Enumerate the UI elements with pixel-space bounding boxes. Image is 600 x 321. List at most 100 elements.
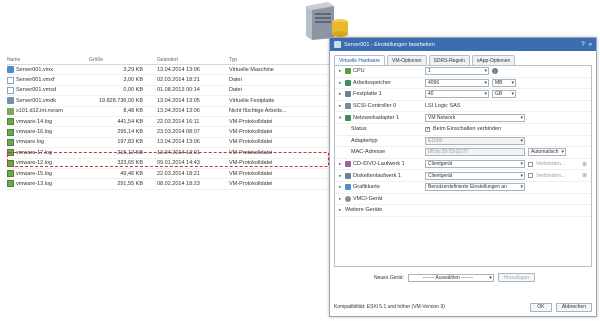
new-device-row: Neues Gerät: ------- Auswählen ------- H… bbox=[334, 273, 592, 282]
file-type: Virtuelle Maschine bbox=[229, 66, 274, 73]
log-file-icon bbox=[7, 159, 14, 167]
video-select[interactable]: Benutzerdefinierte Einstellungen an bbox=[425, 183, 525, 192]
file-row[interactable]: vmware-13.log 291,55 KB 08.02.2014 18:23 VM… bbox=[7, 179, 329, 190]
floppy-icon bbox=[345, 172, 351, 179]
column-modified[interactable]: Geändert bbox=[157, 57, 229, 63]
log-file-icon bbox=[7, 128, 14, 136]
file-name: vmware-15.log bbox=[16, 170, 53, 177]
file-row[interactable]: s101.d12.int.nvram 8,48 KB 13.04.2014 13:0… bbox=[7, 107, 329, 117]
cancel-button[interactable]: Abbrechen bbox=[555, 302, 592, 312]
cdrom-connect-checkbox[interactable] bbox=[528, 161, 533, 167]
expand-arrow-icon[interactable]: ▸ bbox=[339, 103, 343, 109]
expand-arrow-icon[interactable]: ▸ bbox=[339, 184, 343, 190]
collapse-arrow-icon[interactable]: ▾ bbox=[339, 115, 343, 121]
document-icon bbox=[7, 76, 14, 84]
file-row[interactable]: Server001.vmxf 3,00 KB 02.03.2014 18:21 Dat… bbox=[7, 75, 329, 86]
expand-button[interactable]: » bbox=[589, 42, 592, 48]
file-name: vmware-12.log bbox=[16, 160, 53, 167]
file-name: vmware-13.log bbox=[16, 180, 53, 187]
file-size: 3,29 KB bbox=[123, 66, 143, 73]
connect-at-poweron-checkbox[interactable] bbox=[425, 126, 430, 132]
file-type: VM-Protokolldatei bbox=[229, 160, 273, 167]
column-size[interactable]: Größe bbox=[87, 57, 157, 63]
edit-settings-dialog: Server001 - Einstellungen bearbeiten ? »… bbox=[329, 37, 597, 317]
harddisk-size-input[interactable]: 40 bbox=[425, 90, 489, 99]
file-name: Server001.vmxf bbox=[16, 77, 55, 84]
file-modified: 13.04.2014 13:06 bbox=[157, 139, 200, 146]
expand-arrow-icon[interactable]: ▸ bbox=[339, 80, 343, 86]
floppy-connect-checkbox[interactable] bbox=[528, 173, 533, 179]
file-row[interactable]: vmware-17.log 215,12 KB 13.04.2014 13:01 VM… bbox=[7, 148, 329, 159]
expand-arrow-icon[interactable]: ▸ bbox=[339, 68, 343, 74]
file-modified: 13.04.2014 13:06 bbox=[157, 66, 200, 73]
server-illustration-icon bbox=[306, 2, 348, 40]
file-size: 0,00 KB bbox=[123, 87, 143, 94]
file-row[interactable]: Server001.vmdk 19.828.736,00 KB 13.04.2014… bbox=[7, 96, 329, 107]
dialog-footer: Kompatibilität: ESXi 5.1 und höher (VM-V… bbox=[334, 302, 592, 312]
file-name: vmware-14.log bbox=[16, 118, 53, 125]
expand-arrow-icon[interactable]: ▸ bbox=[339, 91, 343, 97]
file-row[interactable]: vmware-15.log 49,46 KB 22.03.2014 18:21 VM-… bbox=[7, 169, 329, 180]
mac-label: MAC-Adresse bbox=[351, 149, 386, 156]
file-type: VM-Protokolldatei bbox=[229, 118, 273, 125]
file-type: Virtuelle Festplatte bbox=[229, 97, 275, 104]
file-row[interactable]: vmware.log 197,83 KB 13.04.2014 13:06 VM-Pr… bbox=[7, 138, 329, 149]
cdrom-label: CD-/DVD-Laufwerk 1 bbox=[353, 161, 405, 168]
hw-row-cdrom: ▸ CD-/DVD-Laufwerk 1 Clientgerät Verbinden… bbox=[335, 159, 591, 171]
network-icon bbox=[345, 114, 351, 121]
network-select[interactable]: VM Network bbox=[425, 113, 525, 122]
file-modified: 02.03.2014 18:21 bbox=[157, 77, 200, 84]
file-row[interactable]: Server001.vmsd 0,00 KB 01.08.2013 00:14 Dat… bbox=[7, 86, 329, 97]
remove-device-icon[interactable]: ⊗ bbox=[582, 161, 587, 168]
tab-vapp-options[interactable]: vApp-Optionen bbox=[471, 55, 516, 65]
expand-arrow-icon[interactable]: ▸ bbox=[339, 161, 343, 167]
file-name: Server001.vmx bbox=[16, 66, 53, 73]
column-type[interactable]: Typ bbox=[229, 57, 329, 63]
expand-arrow-icon[interactable]: ▸ bbox=[339, 207, 343, 213]
help-button[interactable]: ? bbox=[581, 42, 584, 48]
file-row[interactable]: Server001.vmx 3,29 KB 13.04.2014 13:06 Virt… bbox=[7, 65, 329, 76]
tab-vm-options[interactable]: VM-Optionen bbox=[387, 55, 427, 65]
adapter-type-select: E1000 bbox=[425, 136, 525, 145]
file-row[interactable]: vmware-12.log 323,65 KB 09.01.2014 14:43 VM… bbox=[7, 159, 329, 169]
file-type: Nicht flüchtige Arbeits... bbox=[229, 108, 287, 115]
floppy-select[interactable]: Clientgerät bbox=[425, 171, 525, 180]
memory-input[interactable]: 4096 bbox=[425, 78, 489, 87]
adapter-type-label: Adaptertyp bbox=[351, 137, 378, 144]
floppy-connect-label: Verbinden... bbox=[536, 172, 566, 179]
hw-row-adapter-type: Adaptertyp E1000 bbox=[335, 136, 591, 148]
info-icon[interactable]: i bbox=[492, 68, 498, 75]
video-label: Grafikkarte bbox=[353, 184, 380, 191]
file-modified: 09.01.2014 14:43 bbox=[157, 160, 200, 167]
remove-device-icon[interactable]: ⊗ bbox=[582, 172, 587, 179]
file-modified: 22.03.2014 16:11 bbox=[157, 118, 200, 125]
ok-button[interactable]: OK bbox=[529, 302, 552, 312]
memory-unit-select[interactable]: MB bbox=[492, 78, 516, 87]
expand-arrow-icon[interactable]: ▸ bbox=[339, 196, 343, 202]
connect-at-poweron-label: Beim Einschalten verbinden bbox=[433, 126, 502, 133]
file-name: s101.d12.int.nvram bbox=[16, 108, 63, 115]
hw-row-video: ▸ Grafikkarte Benutzerdefinierte Einstell… bbox=[335, 182, 591, 194]
hw-row-vmci: ▸ VMCI-Gerät bbox=[335, 194, 591, 206]
harddisk-label: Festplatte 1 bbox=[353, 91, 382, 98]
column-name[interactable]: Name bbox=[7, 57, 87, 63]
mac-mode-select[interactable]: Automatisch bbox=[528, 148, 566, 157]
file-row[interactable]: vmware-14.log 441,54 KB 22.03.2014 16:11 VM… bbox=[7, 117, 329, 128]
new-device-select[interactable]: ------- Auswählen ------- bbox=[407, 273, 494, 282]
add-device-button[interactable]: Hinzufügen bbox=[497, 273, 536, 282]
cdrom-select[interactable]: Clientgerät bbox=[425, 160, 525, 169]
file-row[interactable]: vmware-16.log 295,14 KB 23.03.2014 08:07 VM… bbox=[7, 127, 329, 138]
mac-address-input[interactable]: 00:0c:29:23:02:07 bbox=[425, 148, 525, 157]
tab-sdrs-rules[interactable]: SDRS-Regeln bbox=[428, 55, 470, 65]
nvram-icon bbox=[7, 107, 14, 115]
tab-virtual-hardware[interactable]: Virtuelle Hardware bbox=[334, 55, 386, 65]
cpu-select[interactable]: 1 bbox=[425, 67, 489, 76]
status-label: Status bbox=[351, 126, 367, 133]
file-name: vmware.log bbox=[16, 139, 45, 146]
expand-arrow-icon[interactable]: ▸ bbox=[339, 173, 343, 179]
network-label: Netzwerkadapter 1 bbox=[353, 114, 400, 121]
harddisk-unit-select[interactable]: GB bbox=[492, 90, 516, 99]
virtual-disk-icon bbox=[7, 97, 14, 105]
datastore-file-list: Name Größe Geändert Typ Server001.vmx 3,2… bbox=[7, 55, 329, 190]
dialog-title: Server001 - Einstellungen bearbeiten bbox=[344, 41, 435, 48]
